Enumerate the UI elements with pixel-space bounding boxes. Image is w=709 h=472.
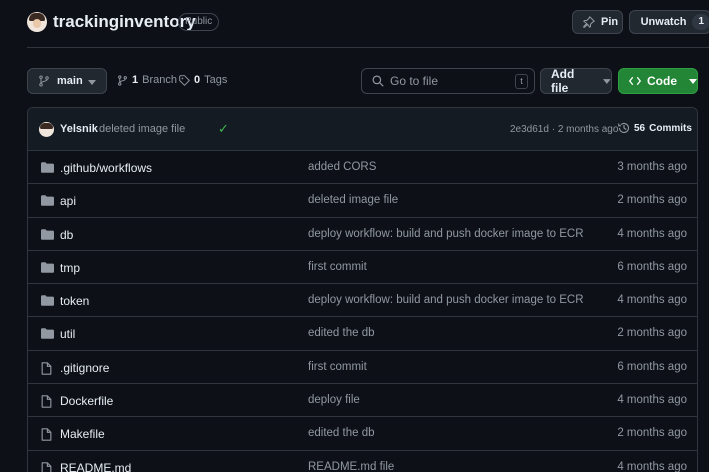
- file-commit-time: 4 months ago: [617, 394, 687, 407]
- file-name[interactable]: api: [60, 194, 76, 208]
- pin-label: Pin: [601, 16, 619, 28]
- file-commit-time: 3 months ago: [617, 161, 687, 173]
- commits-word: Commits: [649, 122, 692, 134]
- file-commit-time: 6 months ago: [617, 260, 687, 273]
- unwatch-button[interactable]: Unwatch 1: [629, 10, 709, 34]
- commit-message[interactable]: deleted image file: [99, 123, 185, 135]
- file-commit-message[interactable]: added CORS: [308, 161, 376, 173]
- folder-icon: [41, 295, 54, 309]
- code-icon: [629, 76, 641, 86]
- file-name[interactable]: README.md: [60, 461, 131, 472]
- tag-count: 0: [194, 74, 201, 86]
- file-icon: [41, 395, 52, 411]
- header-divider: [27, 47, 709, 48]
- commit-count: 56: [634, 122, 646, 134]
- commit-hash-time[interactable]: 2e3d61d · 2 months ago: [510, 124, 618, 135]
- chevron-down-icon: [88, 80, 96, 85]
- file-row[interactable]: api deleted image file 2 months ago: [28, 184, 697, 218]
- folder-icon: [41, 262, 54, 276]
- commits-link[interactable]: 56 Commits: [618, 122, 692, 134]
- pin-button[interactable]: Pin: [572, 10, 623, 34]
- code-label: Code: [647, 74, 677, 88]
- shortcut-hint: t: [515, 74, 528, 89]
- file-row[interactable]: token deploy workflow: build and push doc…: [28, 284, 697, 318]
- add-file-label: Add file: [551, 67, 575, 95]
- latest-commit-bar: Yelsnik deleted image file ✓ 2e3d61d · 2…: [28, 108, 697, 151]
- repo-toolbar: main 1 Branch 0 Tags t Add file: [0, 67, 709, 95]
- file-name[interactable]: token: [60, 294, 89, 308]
- owner-avatar[interactable]: [27, 12, 47, 32]
- file-name[interactable]: Dockerfile: [60, 394, 113, 408]
- file-icon: [41, 428, 52, 444]
- pin-icon: [583, 16, 595, 28]
- file-row[interactable]: tmp first commit 6 months ago: [28, 251, 697, 285]
- file-icon: [41, 461, 52, 472]
- file-row[interactable]: .gitignore first commit 6 months ago: [28, 351, 697, 385]
- folder-icon: [41, 195, 54, 209]
- eye-icon: [636, 21, 637, 23]
- branches-link[interactable]: 1 Branch: [117, 74, 177, 86]
- file-row[interactable]: README.md README.md file 4 months ago: [28, 451, 697, 472]
- branch-count: 1: [132, 74, 139, 86]
- tag-word: Tags: [204, 74, 228, 86]
- file-commit-time: 4 months ago: [617, 460, 687, 472]
- file-row[interactable]: util edited the db 2 months ago: [28, 317, 697, 351]
- unwatch-label: Unwatch: [640, 16, 687, 28]
- add-file-button[interactable]: Add file: [540, 67, 612, 95]
- file-commit-time: 2 months ago: [617, 427, 687, 440]
- branch-name: main: [57, 75, 83, 87]
- file-commit-message[interactable]: edited the db: [308, 427, 375, 439]
- file-name[interactable]: .gitignore: [60, 361, 109, 375]
- watch-count: 1: [692, 14, 709, 30]
- file-commit-message[interactable]: deploy workflow: build and push docker i…: [308, 294, 584, 306]
- code-button[interactable]: Code: [618, 68, 698, 94]
- file-commit-message[interactable]: deleted image file: [308, 194, 398, 206]
- search-icon: [372, 75, 384, 87]
- file-commit-time: 2 months ago: [617, 327, 687, 340]
- file-commit-time: 4 months ago: [617, 294, 687, 307]
- file-row[interactable]: db deploy workflow: build and push docker…: [28, 218, 697, 251]
- file-browser: Yelsnik deleted image file ✓ 2e3d61d · 2…: [27, 107, 698, 472]
- file-row[interactable]: .github/workflows added CORS 3 months ago: [28, 151, 697, 185]
- file-list: .github/workflows added CORS 3 months ago a…: [28, 151, 697, 472]
- file-commit-message[interactable]: README.md file: [308, 461, 394, 472]
- file-row[interactable]: Makefile edited the db 2 months ago: [28, 417, 697, 451]
- file-name[interactable]: util: [60, 327, 75, 341]
- file-commit-message[interactable]: first commit: [308, 361, 367, 373]
- file-commit-time: 2 months ago: [617, 194, 687, 207]
- branch-icon: [39, 75, 49, 87]
- history-icon: [618, 122, 630, 134]
- check-icon[interactable]: ✓: [218, 121, 229, 137]
- folder-icon: [41, 328, 54, 342]
- chevron-down-icon: [603, 78, 611, 84]
- tag-icon: [179, 74, 190, 86]
- author-avatar[interactable]: [39, 122, 54, 137]
- go-to-file-search[interactable]: t: [361, 68, 535, 94]
- file-commit-message[interactable]: edited the db: [308, 327, 375, 339]
- tags-link[interactable]: 0 Tags: [179, 74, 227, 86]
- file-name[interactable]: .github/workflows: [60, 161, 152, 175]
- file-commit-message[interactable]: deploy file: [308, 394, 360, 406]
- visibility-badge: Public: [178, 13, 220, 31]
- file-commit-time: 6 months ago: [617, 360, 687, 373]
- file-name[interactable]: tmp: [60, 261, 80, 275]
- branch-selector[interactable]: main: [27, 68, 107, 94]
- commit-author[interactable]: Yelsnik: [60, 123, 98, 135]
- file-commit-message[interactable]: first commit: [308, 261, 367, 273]
- folder-icon: [41, 162, 54, 176]
- file-icon: [41, 362, 52, 378]
- branch-word: Branch: [142, 74, 177, 86]
- go-to-file-input[interactable]: [390, 74, 510, 88]
- folder-icon: [41, 228, 54, 243]
- file-row[interactable]: Dockerfile deploy file 4 months ago: [28, 384, 697, 418]
- repo-header: trackinginventory Public Pin Unwatch 1: [0, 0, 709, 48]
- chevron-down-icon: [689, 78, 697, 84]
- file-name[interactable]: db: [60, 228, 73, 242]
- file-commit-message[interactable]: deploy workflow: build and push docker i…: [308, 228, 584, 240]
- repo-name[interactable]: trackinginventory: [53, 12, 196, 32]
- file-commit-time: 4 months ago: [617, 227, 687, 240]
- branch-icon: [118, 74, 127, 86]
- file-name[interactable]: Makefile: [60, 427, 105, 441]
